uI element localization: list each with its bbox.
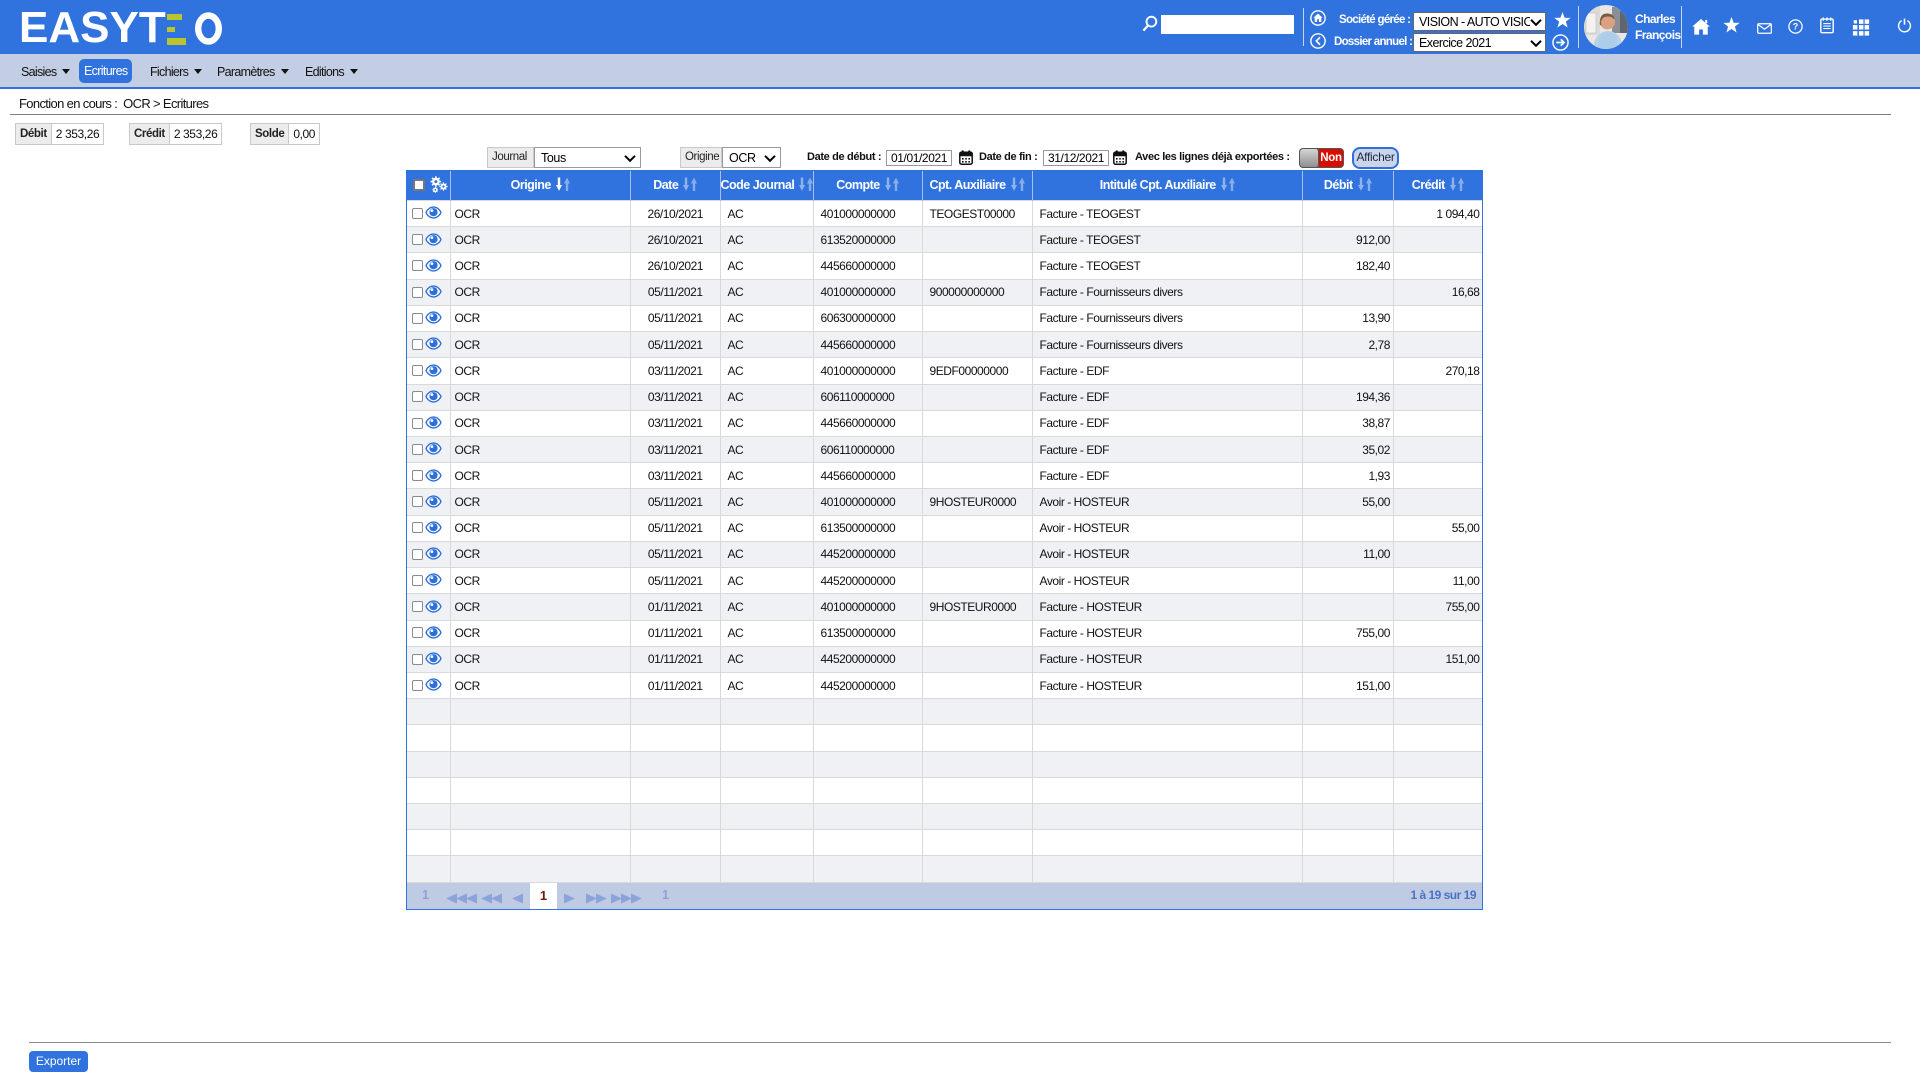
svg-text:?: ? bbox=[1793, 22, 1799, 32]
